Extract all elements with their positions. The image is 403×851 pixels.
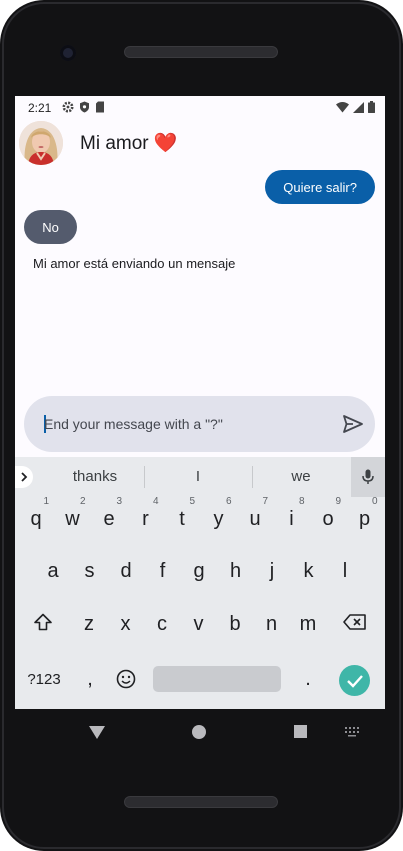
key-alt-digit: 2 [79,496,86,507]
chat-header: Mi amor ❤️ [15,121,385,167]
key-v[interactable]: v [183,603,215,645]
send-icon[interactable] [341,412,365,436]
home-circle-icon[interactable] [192,725,206,739]
status-bar: 2:21 [15,96,385,120]
key-i[interactable]: i8 [276,496,308,540]
key-f[interactable]: f [147,550,179,592]
chevron-right-icon[interactable] [15,466,33,488]
key-h[interactable]: h [220,550,252,592]
key-alt-digit: 7 [262,496,268,507]
message-outgoing[interactable]: Quiere salir? [265,170,375,204]
suggestion-strip: thanks I we [15,457,385,497]
key-x[interactable]: x [110,603,142,645]
key-alt-digit: 9 [335,496,341,507]
key-y[interactable]: y6 [203,496,235,540]
message-incoming[interactable]: No [24,210,77,244]
settings-icon [62,101,74,113]
key-w[interactable]: w2 [57,496,89,540]
avatar[interactable] [19,121,63,165]
message-composer [24,396,375,452]
soft-keyboard: thanks I we ?123 , . q 1 w 2 e 3 r 4 t 5… [15,457,385,709]
mic-icon[interactable] [351,457,385,497]
key-alt-digit: 0 [371,496,378,507]
key-c[interactable]: c [146,603,178,645]
key-t[interactable]: t5 [166,496,198,540]
suggestion-divider [144,466,145,488]
message-input[interactable] [44,412,334,436]
key-o[interactable]: o9 [312,496,344,540]
typing-indicator: Mi amor está enviando un mensaje [33,256,236,271]
key-j[interactable]: j [256,550,288,592]
phone-frame: 2:21 Mi amor ❤️ Quiere salir? No Mi amor… [0,0,403,851]
key-l[interactable]: l [329,550,361,592]
shift-icon[interactable] [28,601,58,643]
suggestion-2[interactable]: I [148,468,248,485]
front-camera [60,45,76,61]
screen: 2:21 Mi amor ❤️ Quiere salir? No Mi amor… [15,96,385,709]
space-bar[interactable] [153,666,281,692]
key-alt-digit: 5 [189,496,195,507]
key-b[interactable]: b [219,603,251,645]
key-q[interactable]: q1 [20,496,52,540]
battery-icon [368,101,375,113]
key-d[interactable]: d [110,550,142,592]
key-a[interactable]: a [37,550,69,592]
key-p[interactable]: p0 [349,496,381,540]
signal-icon [353,101,364,113]
bottom-speaker [124,796,278,808]
key-alt-digit: 8 [298,496,305,507]
key-g[interactable]: g [183,550,215,592]
suggestion-3[interactable]: we [251,468,351,485]
key-k[interactable]: k [293,550,325,592]
key-n[interactable]: n [256,603,288,645]
key-z[interactable]: z [73,603,105,645]
backspace-icon[interactable] [338,601,372,643]
key-u[interactable]: u7 [239,496,271,540]
key-alt-digit: 3 [116,496,122,507]
key-e[interactable]: e3 [93,496,125,540]
shield-icon [80,101,89,113]
recents-square-icon[interactable] [294,725,307,738]
key-alt-digit: 1 [43,496,49,507]
sd-card-icon [96,101,104,113]
system-nav-bar [0,709,403,755]
back-triangle-icon[interactable] [89,726,105,739]
wifi-icon [336,101,349,112]
key-s[interactable]: s [74,550,106,592]
check-icon[interactable] [339,665,370,696]
status-time: 2:21 [28,101,52,115]
period-key[interactable]: . [296,658,320,700]
key-alt-digit: 4 [152,496,159,507]
contact-name: Mi amor ❤️ [80,133,178,154]
comma-key[interactable]: , [78,658,102,700]
suggestion-1[interactable]: thanks [45,468,145,485]
key-alt-digit: 6 [225,496,232,507]
keyboard-switch-icon[interactable] [345,727,359,737]
symbols-key[interactable]: ?123 [22,658,66,700]
key-m[interactable]: m [292,603,324,645]
emoji-icon[interactable] [114,658,138,700]
key-r[interactable]: r4 [130,496,162,540]
top-speaker [124,46,278,58]
